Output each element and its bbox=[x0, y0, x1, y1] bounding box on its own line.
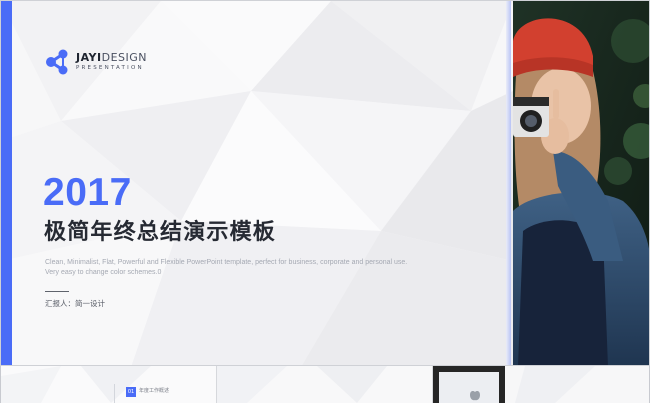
year-heading: 2017 bbox=[43, 171, 132, 214]
thumbnail-divider bbox=[114, 384, 115, 403]
thumbnail-lowpoly-bg-2 bbox=[217, 366, 387, 403]
thumbnail-slide-4[interactable] bbox=[505, 366, 650, 403]
thumbnail-section-number: 01 bbox=[126, 387, 136, 397]
divider-accent-bar bbox=[506, 1, 511, 365]
logo-brand-bold: JAYI bbox=[76, 51, 102, 65]
reporter-label: 汇报人：简一设计 bbox=[45, 299, 105, 308]
apple-logo-icon bbox=[470, 391, 480, 401]
thumbnail-section-label: 年度工作概述 bbox=[139, 388, 170, 394]
thumbnail-lowpoly-bg-4 bbox=[515, 366, 595, 403]
slide: JAYIDESIGN PRESENTATION 2017 极简年终总结演示模板 … bbox=[0, 0, 650, 366]
slide-title: 极简年终总结演示模板 bbox=[44, 219, 277, 245]
logo-brand: JAYIDESIGN bbox=[76, 52, 147, 63]
left-accent-bar bbox=[1, 1, 12, 365]
logo-subtitle: PRESENTATION bbox=[76, 65, 144, 72]
thumbnail-lowpoly-bg bbox=[1, 366, 151, 403]
thumbnail-slide-3[interactable] bbox=[433, 366, 505, 403]
short-divider bbox=[45, 291, 69, 292]
thumbnail-slide-1[interactable]: 01 年度工作概述 bbox=[0, 366, 217, 403]
slide-description: Clean, Minimalist, Flat, Powerful and Fl… bbox=[45, 259, 408, 276]
thumbnail-strip: 01 年度工作概述 bbox=[0, 366, 650, 403]
thumbnail-slide-2[interactable] bbox=[217, 366, 433, 403]
logo: JAYIDESIGN PRESENTATION bbox=[45, 49, 147, 75]
logo-brand-light: DESIGN bbox=[101, 51, 148, 65]
photographer-photo bbox=[513, 1, 649, 365]
molecule-logo-icon bbox=[46, 49, 68, 75]
